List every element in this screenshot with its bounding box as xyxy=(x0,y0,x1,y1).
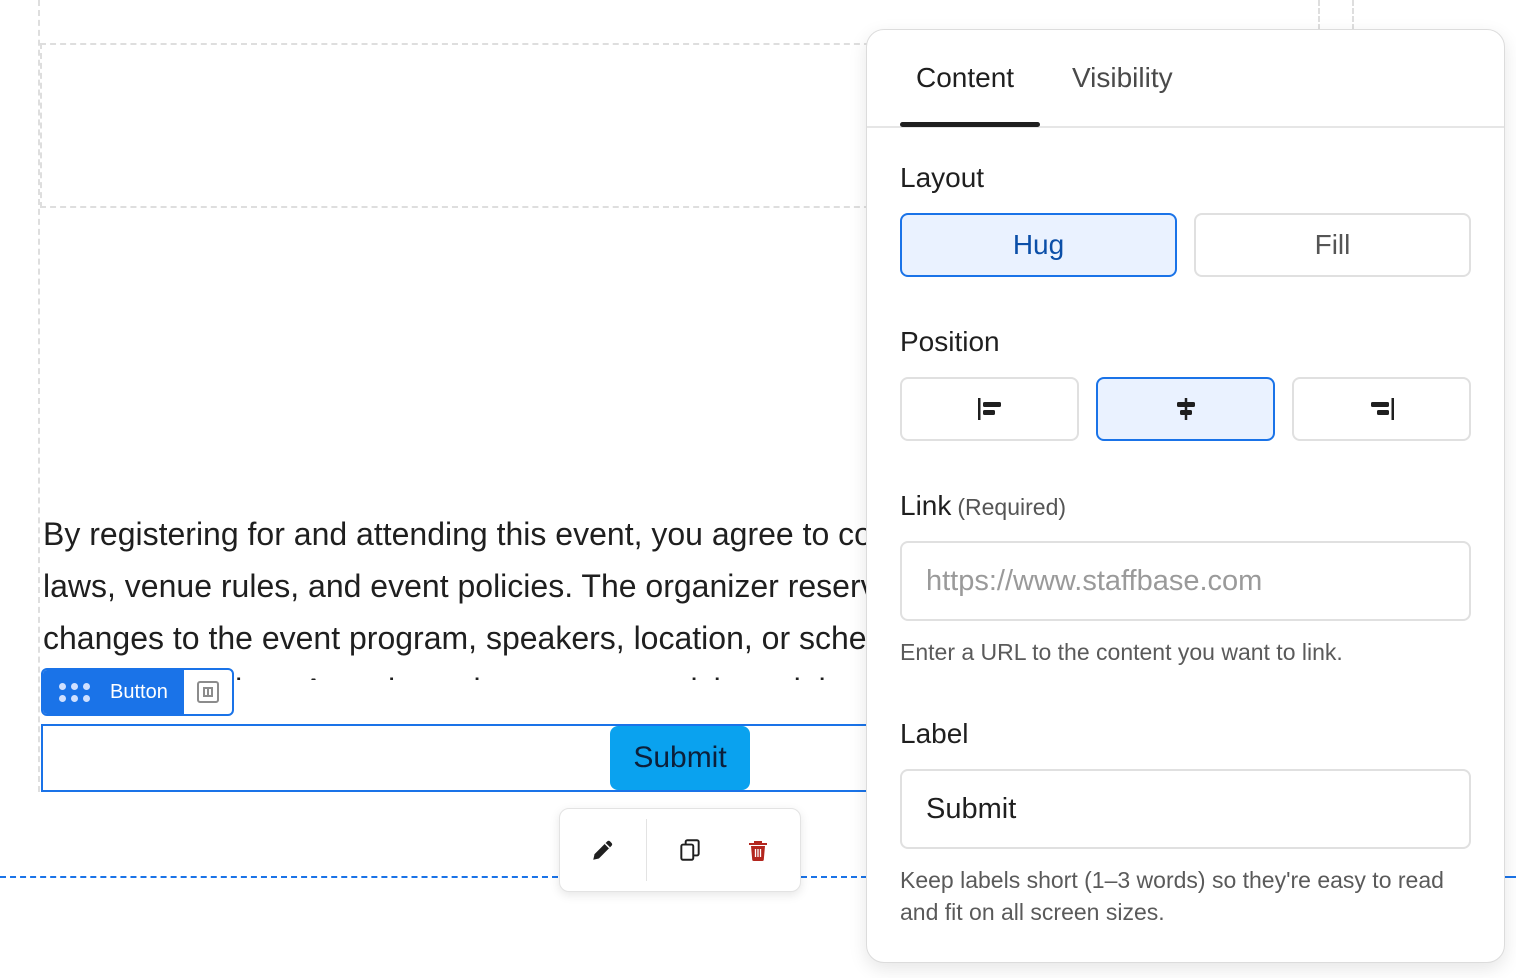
duplicate-button[interactable] xyxy=(647,808,733,892)
grid-layout-icon xyxy=(196,681,219,703)
copy-icon xyxy=(680,839,700,861)
section-divider xyxy=(0,876,558,878)
link-label: Link (Required) xyxy=(900,490,1066,522)
section-divider xyxy=(801,876,867,878)
canvas-guide-right xyxy=(1318,0,1320,30)
required-indicator: (Required) xyxy=(957,494,1067,520)
position-right-button[interactable] xyxy=(1292,377,1471,441)
layout-hug-button[interactable]: Hug xyxy=(900,213,1177,277)
image-block-placeholder[interactable] xyxy=(40,43,880,208)
tab-visibility[interactable]: Visibility xyxy=(1072,62,1173,94)
align-left-icon xyxy=(977,398,1001,420)
canvas-guide-right-outer xyxy=(1352,0,1354,30)
submit-button[interactable]: Submit xyxy=(610,726,750,790)
label-input[interactable] xyxy=(900,769,1471,849)
position-left-button[interactable] xyxy=(900,377,1079,441)
block-toolbar: Button xyxy=(41,668,234,716)
label-help-text: Keep labels short (1–3 words) so they're… xyxy=(900,867,1444,925)
block-drag-handle[interactable]: Button xyxy=(43,670,184,714)
link-label-text: Link xyxy=(900,490,952,521)
tab-content[interactable]: Content xyxy=(916,62,1014,94)
link-url-input[interactable] xyxy=(900,541,1471,621)
align-right-icon xyxy=(1370,398,1394,420)
button-block[interactable] xyxy=(41,724,881,792)
block-action-bar xyxy=(559,808,801,892)
settings-panel: Content Visibility Layout Hug Fill Posit… xyxy=(866,29,1505,963)
position-center-button[interactable] xyxy=(1096,377,1275,441)
layout-fill-button[interactable]: Fill xyxy=(1194,213,1471,277)
edit-button[interactable] xyxy=(560,808,646,892)
section-divider xyxy=(1505,876,1516,878)
layout-label: Layout xyxy=(900,162,985,193)
align-center-icon xyxy=(1176,398,1195,420)
panel-tabs: Content Visibility xyxy=(867,30,1504,128)
block-type-label: Button xyxy=(110,680,168,703)
body-text: By registering for and attending this ev… xyxy=(43,516,866,680)
pencil-icon xyxy=(593,840,613,860)
text-block[interactable]: By registering for and attending this ev… xyxy=(0,250,866,680)
active-tab-indicator xyxy=(900,122,1040,127)
trash-icon xyxy=(749,841,767,861)
drag-handle-icon xyxy=(59,682,90,702)
block-layout-button[interactable] xyxy=(184,670,232,714)
link-help-text: Enter a URL to the content you want to l… xyxy=(900,639,1343,665)
delete-button[interactable] xyxy=(733,808,783,892)
label-field-label: Label xyxy=(900,718,969,749)
position-label: Position xyxy=(900,326,1000,357)
